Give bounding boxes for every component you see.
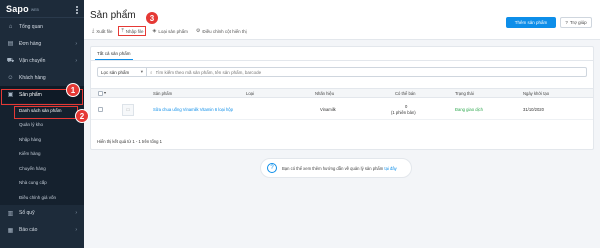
highlight-product-list [14,106,78,119]
question-icon: ? [565,20,568,25]
sidebar-item-orders[interactable]: ▤ Đơn hàng › [0,35,84,52]
sub-item-label: Nhập hàng [19,136,42,142]
add-product-button[interactable]: Thêm sản phẩm [506,17,556,28]
gear-icon: ⚙ [195,28,201,34]
sidebar-subitem-stocktake[interactable]: Kiểm hàng [0,146,84,161]
help-label: Trợ giúp [569,20,587,25]
sidebar-item-cashbook[interactable]: ▥ Sổ quỹ › [0,205,84,222]
product-status: Đang giao dịch [455,107,483,112]
sidebar-subitem-suppliers[interactable]: Nhà cung cấp [0,175,84,190]
sub-item-label: Điều chỉnh giá vốn [19,194,57,200]
page-title: Sản phẩm [90,10,136,21]
column-header: Sản phẩm [153,91,173,96]
sidebar-item-reports[interactable]: ▦ Báo cáo › [0,222,84,239]
download-icon: ⤓ [92,28,95,34]
product-variants: (1 phiên bản) [391,110,416,115]
column-header: Có thể bán [395,91,416,96]
sidebar-item-label: Vận chuyển [19,57,46,64]
sidebar-item-label: Sổ quỹ [19,210,35,216]
hint-message: Bạn có thể xem thêm hướng dẫn về quản lý… [282,165,384,171]
guide-hint: ? Bạn có thể xem thêm hướng dẫn về quản … [260,158,412,178]
wallet-icon: ▥ [7,210,14,217]
adjust-columns-label: Điều chỉnh cột hiển thị [202,28,247,34]
step-badge-1: 1 [66,83,80,97]
sidebar-item-label: Báo cáo [19,227,38,233]
column-header: Trạng thái [455,91,474,96]
result-summary: Hiển thị kết quả từ 1 - 1 trên tổng 1 [97,139,162,144]
more-dots-icon[interactable] [76,6,78,14]
help-button[interactable]: ? Trợ giúp [560,17,592,28]
sidebar-subitem-inventory[interactable]: Quản lý kho [0,117,84,132]
step-badge-2: 2 [75,109,89,123]
logo-sub: WEB [30,8,39,12]
sub-item-label: Chuyển hàng [19,165,46,171]
export-label: Xuất file [96,28,113,34]
search-icon: ⌕ [150,69,153,75]
product-name-link[interactable]: Sữa chua uống Vinamilk Vitamin 6 loại hộ… [153,107,233,112]
product-available: 0 [405,104,408,109]
chevron-right-icon: › [75,57,77,64]
cart-icon: ▤ [7,41,14,47]
chevron-right-icon: › [75,210,77,216]
import-button[interactable]: ⤒ Nhập file [118,26,147,36]
tag-icon: ◈ [152,28,157,34]
sidebar-item-shipping[interactable]: ⛟ Vận chuyển › [0,52,84,69]
import-label: Nhập file [125,28,144,34]
tab-bar: Tất cả sản phẩm [91,47,593,61]
select-all-checkbox[interactable] [98,91,103,96]
sub-item-label: Quản lý kho [19,122,44,128]
categories-label: Loại sản phẩm [158,28,188,34]
column-header: Ngày khởi tạo [523,91,550,96]
sidebar: Sapo WEB ⌂ Tổng quan ▤ Đơn hàng › ⛟ Vận … [0,0,84,248]
product-created: 31/10/2020 [523,107,544,112]
sidebar-subitem-purchase[interactable]: Nhập hàng [0,132,84,147]
sub-item-label: Kiểm hàng [19,151,41,157]
adjust-columns-button[interactable]: ⚙ Điều chỉnh cột hiển thị [194,26,249,36]
sub-item-label: Nhà cung cấp [19,180,47,186]
sidebar-item-label: Đơn hàng [19,40,42,47]
hint-link[interactable]: tại đây [384,166,396,171]
filter-label: Lọc sản phẩm [101,69,130,75]
truck-icon: ⛟ [6,57,15,64]
user-icon: ☺ [7,74,14,81]
chevron-down-icon: ▾ [140,69,143,74]
product-list-card: Tất cả sản phẩm Lọc sản phẩm ▾ ⌕ ▾ Sản p… [90,46,594,150]
toolbar: ⤓ Xuất file ⤒ Nhập file ◈ Loại sản phẩm … [90,26,249,36]
categories-button[interactable]: ◈ Loại sản phẩm [150,26,189,36]
row-checkbox[interactable] [98,107,103,112]
question-icon: ? [267,163,277,173]
column-header: Loại [246,91,254,96]
chevron-right-icon: › [75,40,77,47]
chevron-right-icon: › [75,227,77,233]
upload-icon: ⤒ [121,28,124,34]
tab-all-products[interactable]: Tất cả sản phẩm [95,48,133,60]
sidebar-subitem-transfer[interactable]: Chuyển hàng [0,161,84,176]
hint-text: Bạn có thể xem thêm hướng dẫn về quản lý… [282,166,397,171]
filter-row: Lọc sản phẩm ▾ ⌕ [97,67,587,77]
chart-icon: ▦ [7,227,14,234]
search-box: ⌕ [147,67,587,77]
filter-select[interactable]: Lọc sản phẩm ▾ [97,67,147,77]
sidebar-item-overview[interactable]: ⌂ Tổng quan [0,18,84,35]
step-badge-3: 3 [145,11,159,25]
table-row[interactable]: ▭ Sữa chua uống Vinamilk Vitamin 6 loại … [91,100,593,120]
table-header: ▾ Sản phẩm Loại Nhãn hiệu Có thể bán Trạ… [91,88,593,98]
home-icon: ⌂ [8,23,13,30]
search-input[interactable] [155,69,576,75]
product-image-placeholder-icon: ▭ [122,104,134,116]
brand-logo[interactable]: Sapo WEB [0,0,84,18]
product-brand: Vinamilk [320,107,336,112]
sidebar-item-label: Khách hàng [19,74,46,81]
select-all-dropdown-icon[interactable]: ▾ [104,90,106,95]
sidebar-item-label: Tổng quan [19,23,43,30]
export-button[interactable]: ⤓ Xuất file [90,26,114,36]
logo-text: Sapo [6,3,29,14]
sidebar-subitem-cost-adjust[interactable]: Điều chỉnh giá vốn [0,190,84,205]
page-header: Sản phẩm ⤓ Xuất file ⤒ Nhập file ◈ Loại … [84,0,600,40]
column-header: Nhãn hiệu [315,91,335,96]
